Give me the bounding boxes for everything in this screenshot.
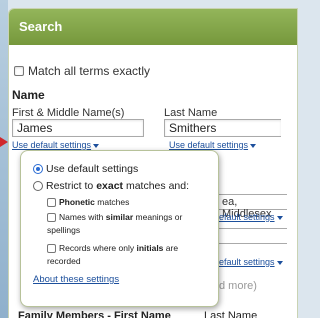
first-name-label: First & Middle Name(s) [12, 107, 125, 119]
chevron-down-icon [276, 215, 283, 220]
option-default-label: Use default settings [46, 163, 139, 175]
last-name-settings-label: Use default settings [169, 140, 249, 150]
last-name-settings-link[interactable]: Use default settings [169, 140, 257, 150]
chevron-down-icon [276, 260, 283, 265]
panel-title: Search [19, 19, 63, 34]
option-restrict-label: Restrict to exact matches and: [46, 180, 189, 192]
secondary-settings-link[interactable]: efault settings [219, 257, 283, 267]
option-restrict[interactable]: Restrict to exact matches and: [33, 180, 210, 192]
section-title: Name [12, 88, 45, 102]
phonetic-checkbox[interactable] [47, 197, 56, 207]
place-settings-link[interactable]: efault settings [219, 212, 283, 222]
panel-header: Search [9, 9, 297, 45]
first-name-input[interactable]: James [12, 119, 144, 137]
match-all-checkbox[interactable] [14, 66, 24, 76]
option-default[interactable]: Use default settings [33, 163, 210, 175]
radio-default[interactable] [33, 164, 43, 174]
first-name-settings-link[interactable]: Use default settings [12, 140, 100, 150]
similar-label: Names with similar meanings or [59, 212, 183, 222]
initials-checkbox[interactable] [47, 243, 56, 253]
first-name-settings-label: Use default settings [12, 140, 92, 150]
more-text: d more) [219, 280, 257, 292]
radio-restrict[interactable] [33, 181, 43, 191]
initials-label: Records where only initials are [59, 243, 179, 253]
family-last-name-label: Last Name [204, 310, 258, 318]
chevron-down-icon [250, 143, 257, 148]
match-all-label: Match all terms exactly [28, 64, 151, 78]
pointer-arrow-icon [0, 137, 8, 147]
name-settings-popup: Use default settings Restrict to exact m… [20, 150, 219, 307]
similar-checkbox[interactable] [47, 212, 56, 222]
match-all-row[interactable]: Match all terms exactly [14, 64, 150, 78]
phonetic-option[interactable]: Phonetic matches [47, 197, 210, 207]
place-settings-label: efault settings [219, 212, 275, 222]
family-members-label: Family Members - First Name [18, 310, 171, 318]
similar-option[interactable]: Names with similar meanings or [47, 212, 210, 222]
phonetic-label: Phonetic matches [59, 197, 130, 207]
initials-option[interactable]: Records where only initials are [47, 243, 210, 253]
secondary-settings-label: efault settings [219, 257, 275, 267]
initials-label-cont: recorded [47, 256, 81, 266]
about-settings-link[interactable]: About these settings [33, 274, 210, 285]
page-backdrop [0, 0, 8, 318]
chevron-down-icon [93, 143, 100, 148]
secondary-input[interactable] [217, 228, 287, 244]
place-input[interactable]: ea, Middlesex [217, 194, 287, 220]
last-name-label: Last Name [164, 107, 218, 119]
last-name-input[interactable]: Smithers [164, 119, 281, 137]
similar-label-cont: spellings [47, 225, 81, 235]
